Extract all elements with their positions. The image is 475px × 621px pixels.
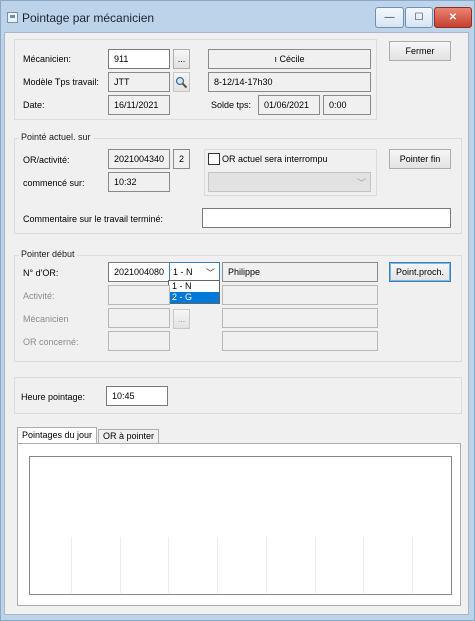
interrompu-checkbox[interactable] [208, 153, 220, 165]
or-activite-label: OR/activité: [23, 155, 70, 165]
mecanicien-browse-button[interactable]: ... [173, 49, 190, 69]
or-type-dropdown[interactable]: 1 - N 2 - G [168, 280, 220, 304]
solde-value-field: 0:00 [323, 95, 371, 115]
commentaire-input[interactable] [202, 208, 451, 228]
pointer-fin-button[interactable]: Pointer fin [389, 149, 451, 169]
mecanicien-debut-name-field [222, 308, 378, 328]
mecanicien-debut-field [108, 308, 170, 328]
tab-or-a-pointer[interactable]: OR à pointer [98, 429, 160, 443]
mecanicien-label: Mécanicien: [23, 54, 72, 64]
interrompu-combo: ﹀ [208, 172, 371, 192]
or-field: 2021004340 [108, 149, 170, 169]
or-type-combo[interactable]: 1 - N ﹀ [169, 262, 220, 282]
modele-field: JTT [108, 72, 170, 92]
commence-field: 10:32 [108, 172, 170, 192]
solde-date-field: 01/06/2021 [258, 95, 320, 115]
mecanicien-debut-label: Mécanicien [23, 314, 69, 324]
list-gridline [217, 537, 218, 593]
activite-desc-field [222, 285, 378, 305]
pointages-list[interactable] [29, 456, 452, 595]
mecanicien-name-field: ı Cécile [208, 49, 371, 69]
list-gridline [266, 537, 267, 593]
minimize-button[interactable]: — [375, 7, 404, 28]
activite-label: Activité: [23, 291, 55, 301]
chevron-down-icon: ﹀ [356, 178, 366, 188]
nor-input[interactable]: 2021004080 [108, 262, 170, 282]
heure-label: Heure pointage: [21, 392, 86, 402]
list-gridline [168, 537, 169, 593]
mecanicien-input[interactable]: 911 [108, 49, 170, 69]
heure-input[interactable]: 10:45 [106, 386, 168, 406]
client-name-field: Philippe [222, 262, 378, 282]
list-gridline [71, 537, 72, 593]
app-icon [7, 12, 18, 23]
pointer-debut-title: Pointer début [19, 249, 77, 259]
fermer-button[interactable]: Fermer [389, 41, 451, 61]
mecanicien-debut-browse-button: ... [173, 309, 190, 329]
title-bar[interactable]: Pointage par mécanicien — ☐ ✕ [1, 1, 474, 31]
date-field: 16/11/2021 [108, 95, 170, 115]
commence-label: commencé sur: [23, 178, 85, 188]
tab-panel [17, 443, 461, 606]
list-gridline [363, 537, 364, 593]
commentaire-label: Commentaire sur le travail terminé: [23, 214, 164, 224]
or-concerne-desc-field [222, 331, 378, 351]
chevron-down-icon: ﹀ [205, 268, 215, 278]
search-icon [175, 76, 188, 89]
option-2-g[interactable]: 2 - G [169, 292, 219, 303]
or-type-selected: 1 - N [173, 267, 193, 277]
list-gridline [412, 537, 413, 593]
horaire-field: 8-12/14-17h30 [208, 72, 371, 92]
modele-label: Modèle Tps travail: [23, 77, 99, 87]
tab-pointages-du-jour[interactable]: Pointages du jour [17, 427, 98, 444]
activite-field [108, 285, 170, 305]
option-1-n[interactable]: 1 - N [169, 281, 219, 292]
list-gridline [120, 537, 121, 593]
or-concerne-field [108, 331, 170, 351]
solde-label: Solde tps: [211, 100, 252, 110]
nor-label: N° d'OR: [23, 268, 59, 278]
window-title: Pointage par mécanicien [22, 11, 155, 25]
date-label: Date: [23, 100, 45, 110]
list-gridline [315, 537, 316, 593]
or-concerne-label: OR concerné: [23, 337, 79, 347]
pointe-actuel-title: Pointé actuel. sur [19, 132, 93, 142]
interrompu-label: OR actuel sera interrompu [222, 154, 328, 164]
maximize-button[interactable]: ☐ [405, 7, 433, 28]
or-activity-field: 2 [173, 149, 190, 169]
search-button[interactable] [173, 72, 190, 92]
point-proch-button[interactable]: Point.proch. [389, 262, 451, 282]
close-button[interactable]: ✕ [434, 7, 472, 28]
